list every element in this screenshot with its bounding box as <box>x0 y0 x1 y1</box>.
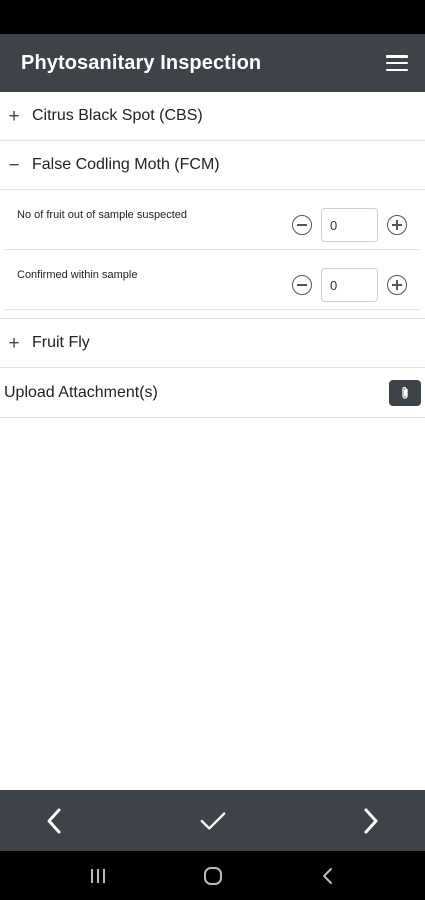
accordion-header-cbs[interactable]: + Citrus Black Spot (CBS) <box>0 92 425 141</box>
inspection-content: + Citrus Black Spot (CBS) − False Codlin… <box>0 92 425 418</box>
app-header: Phytosanitary Inspection <box>0 34 425 92</box>
field-row-suspected: No of fruit out of sample suspected <box>5 190 420 250</box>
upload-label: Upload Attachment(s) <box>4 383 158 401</box>
system-navigation-bar <box>0 851 425 900</box>
footer-action-bar <box>0 790 425 851</box>
field-label-confirmed: Confirmed within sample <box>17 269 138 281</box>
decrement-minus-icon[interactable] <box>292 215 312 235</box>
home-button[interactable] <box>193 861 233 891</box>
hamburger-menu-icon[interactable] <box>386 54 408 72</box>
increment-plus-icon[interactable] <box>387 215 407 235</box>
recents-button[interactable] <box>78 861 118 891</box>
back-button[interactable] <box>308 861 348 891</box>
recents-icon <box>90 868 105 883</box>
confirmed-count-input[interactable] <box>321 268 378 302</box>
checkmark-icon <box>200 811 225 830</box>
quantity-stepper-suspected <box>292 208 407 242</box>
home-icon <box>203 866 222 885</box>
page-title: Phytosanitary Inspection <box>21 51 262 74</box>
field-row-confirmed: Confirmed within sample <box>5 250 420 310</box>
decrement-minus-icon[interactable] <box>292 275 312 295</box>
accordion-label-cbs: Citrus Black Spot (CBS) <box>32 107 203 124</box>
chevron-left-icon <box>47 808 61 833</box>
section-divider <box>0 310 425 319</box>
accordion-header-fruit-fly[interactable]: + Fruit Fly <box>0 319 425 368</box>
upload-row: Upload Attachment(s) <box>0 368 425 418</box>
attach-file-button[interactable] <box>389 379 421 406</box>
quantity-stepper-confirmed <box>292 268 407 302</box>
status-bar <box>0 0 425 34</box>
accordion-label-fruit-fly: Fruit Fly <box>32 334 90 351</box>
next-button[interactable] <box>357 804 385 838</box>
confirm-button[interactable] <box>199 804 227 838</box>
increment-plus-icon[interactable] <box>387 275 407 295</box>
back-icon <box>322 867 332 884</box>
suspected-count-input[interactable] <box>321 208 378 242</box>
expand-plus-icon: + <box>8 105 20 127</box>
expand-plus-icon: + <box>8 332 20 354</box>
collapse-minus-icon: − <box>8 154 20 176</box>
previous-button[interactable] <box>40 804 68 838</box>
accordion-label-fcm: False Codling Moth (FCM) <box>32 156 220 173</box>
chevron-right-icon <box>364 808 378 833</box>
field-label-suspected: No of fruit out of sample suspected <box>17 209 187 221</box>
accordion-header-fcm[interactable]: − False Codling Moth (FCM) <box>0 141 425 190</box>
paperclip-icon <box>402 386 408 399</box>
